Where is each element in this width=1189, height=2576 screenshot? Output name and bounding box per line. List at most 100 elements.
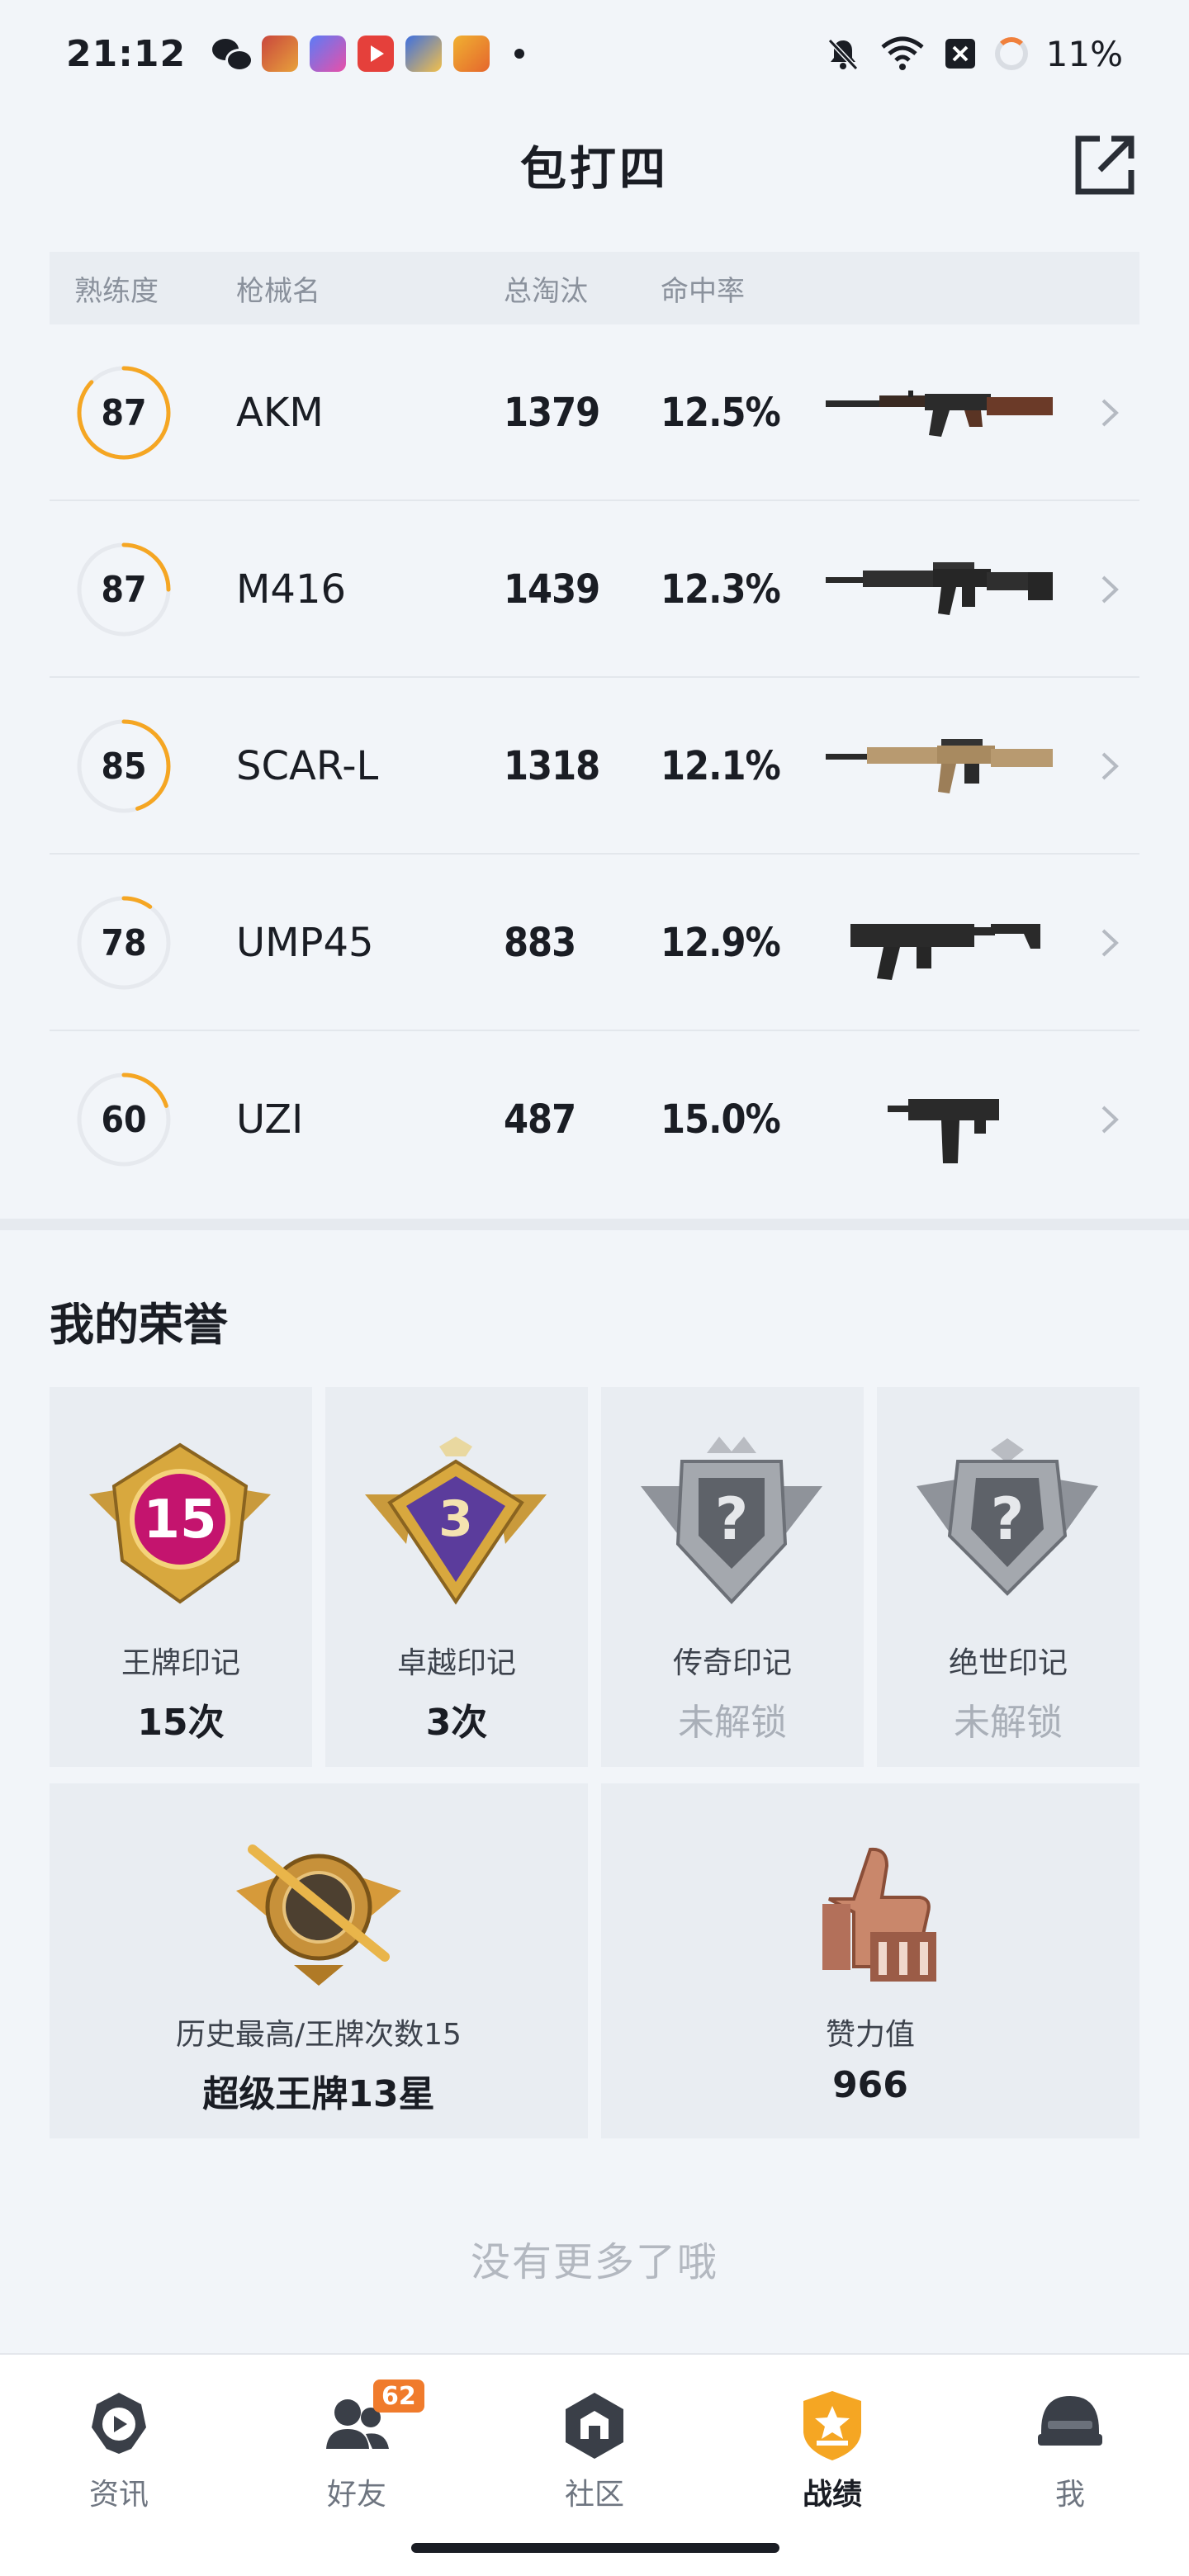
excellence-emblem-icon: 3: [365, 1437, 547, 1605]
weapon-row-ump45[interactable]: 78 UMP45 883 12.9%: [50, 855, 1139, 1031]
battery-percent: 11%: [1045, 33, 1123, 74]
weapon-name: SCAR-L: [236, 743, 379, 789]
nav-label: 好友: [326, 2478, 386, 2512]
chevron-right-icon: [1101, 752, 1119, 780]
excellence-count-number: 3: [438, 1490, 473, 1548]
chevron-right-icon: [1101, 929, 1119, 957]
akm-rifle-icon: [826, 391, 1053, 437]
page-title: 包打四: [520, 142, 669, 197]
column-weapon-name: 枪械名: [236, 274, 320, 308]
news-icon: [92, 2393, 146, 2454]
weapon-kills: 883: [504, 920, 576, 966]
m416-rifle-icon: [826, 562, 1053, 615]
weapon-name: UZI: [236, 1096, 304, 1143]
notification-icons: [212, 36, 525, 72]
helmet-icon: [1038, 2396, 1102, 2446]
weapon-name: M416: [236, 566, 347, 613]
badge-label: 绝世印记: [948, 1646, 1068, 1680]
badge-value: 3次: [425, 1702, 488, 1744]
mastery-value: 87: [101, 568, 147, 611]
weapon-kills: 487: [504, 1096, 576, 1143]
video-app-icon: [358, 36, 395, 72]
notification-badge: 62: [373, 2379, 424, 2413]
sim-icon: [945, 39, 975, 69]
stat-label: 历史最高/王牌次数15: [176, 2018, 462, 2052]
nav-label: 战绩: [802, 2478, 862, 2512]
honors-title: 我的荣誉: [50, 1299, 228, 1351]
honor-badges: 15 王牌印记 15次 3 卓越印记 3次 ? 传奇印记 未解锁 ? 绝世印记 …: [50, 1387, 1139, 1767]
honor-stats: 历史最高/王牌次数15 超级王牌13星 赞力值 966: [50, 1783, 1139, 2138]
record-badge-icon: [803, 2391, 861, 2460]
game-app-icon: [453, 36, 490, 72]
nav-label: 资讯: [88, 2478, 149, 2512]
stat-value: 超级王牌13星: [202, 2073, 435, 2115]
stat-value: 966: [832, 2064, 908, 2106]
weapon-name: AKM: [236, 390, 324, 436]
super-ace-emblem-icon: [236, 1844, 401, 1986]
weapon-accuracy: 15.0%: [661, 1096, 781, 1143]
weapon-row-akm[interactable]: 87 AKM 1379 12.5%: [50, 324, 1139, 501]
weapon-accuracy: 12.9%: [661, 920, 781, 966]
badge-label: 传奇印记: [672, 1646, 792, 1680]
mastery-value: 85: [101, 745, 147, 788]
nav-label: 社区: [564, 2478, 624, 2512]
column-accuracy: 命中率: [661, 274, 745, 308]
legend-emblem-locked-icon: ?: [641, 1437, 822, 1604]
uzi-smg-icon: [888, 1099, 999, 1163]
weapon-row-scar-l[interactable]: 85 SCAR-L 1318 12.1%: [50, 678, 1139, 855]
legend-locked-mark: ?: [715, 1485, 749, 1553]
column-kills: 总淘汰: [504, 274, 588, 308]
game-app-icon: [262, 36, 299, 72]
badge-card-ace[interactable]: 15 王牌印记 15次: [50, 1387, 312, 1767]
home-indicator[interactable]: [411, 2543, 779, 2553]
thumbs-up-trophy-icon: [822, 1847, 936, 1982]
weapon-kills: 1318: [504, 743, 600, 789]
wifi-icon: [881, 36, 924, 70]
battery-ring-icon: [994, 37, 1028, 70]
end-of-list-note: 没有更多了哦: [470, 2239, 718, 2285]
nav-tab-news[interactable]: 资讯: [0, 2355, 238, 2576]
weapon-kills: 1379: [504, 390, 600, 436]
ace-count-number: 15: [143, 1489, 216, 1551]
page-header: 包打四: [0, 107, 1189, 223]
share-external-icon[interactable]: [1070, 130, 1139, 200]
status-time: 21:12: [66, 32, 187, 75]
status-bar: 21:12 11%: [0, 0, 1189, 107]
badge-label: 卓越印记: [396, 1646, 516, 1680]
weapon-name: UMP45: [236, 920, 374, 966]
scar-l-rifle-icon: [826, 739, 1053, 793]
ump45-smg-icon: [850, 924, 1040, 980]
stat-label: 赞力值: [825, 2018, 915, 2052]
badge-card-excellence[interactable]: 3 卓越印记 3次: [325, 1387, 588, 1767]
community-icon: [566, 2393, 623, 2459]
mastery-value: 87: [101, 391, 147, 434]
weapon-accuracy: 12.3%: [661, 566, 781, 613]
nav-label: 我: [1054, 2478, 1085, 2512]
weapon-accuracy: 12.1%: [661, 743, 781, 789]
mastery-value: 60: [101, 1098, 147, 1141]
chevron-right-icon: [1101, 1106, 1119, 1134]
badge-card-legend[interactable]: ? 传奇印记 未解锁: [601, 1387, 864, 1767]
peerless-emblem-locked-icon: ?: [917, 1438, 1098, 1596]
weapon-table-header: 熟练度 枪械名 总淘汰 命中率: [50, 252, 1139, 324]
stat-card-likes[interactable]: 赞力值 966: [601, 1783, 1139, 2138]
stat-card-highest-rank[interactable]: 历史最高/王牌次数15 超级王牌13星: [50, 1783, 588, 2138]
app-icon: [310, 36, 347, 72]
chevron-right-icon: [1101, 399, 1119, 427]
weapon-accuracy: 12.5%: [661, 390, 781, 436]
weapon-list: 87 AKM 1379 12.5% 87 M416 1439 12.3% 85 …: [50, 324, 1139, 1208]
weapon-kills: 1439: [504, 566, 600, 613]
nav-tab-me[interactable]: 我: [951, 2355, 1189, 2576]
badge-label: 王牌印记: [121, 1646, 240, 1680]
ace-emblem-icon: 15: [89, 1442, 271, 1604]
badge-value: 未解锁: [678, 1702, 787, 1744]
dot-icon: [514, 49, 525, 59]
column-mastery: 熟练度: [74, 274, 159, 308]
badge-card-peerless[interactable]: ? 绝世印记 未解锁: [877, 1387, 1139, 1767]
chevron-right-icon: [1101, 575, 1119, 604]
weapon-row-uzi[interactable]: 60 UZI 487 15.0%: [50, 1031, 1139, 1208]
peerless-locked-mark: ?: [991, 1485, 1025, 1553]
mastery-value: 78: [101, 921, 147, 964]
mute-icon: [827, 38, 858, 71]
weapon-row-m416[interactable]: 87 M416 1439 12.3%: [50, 501, 1139, 678]
